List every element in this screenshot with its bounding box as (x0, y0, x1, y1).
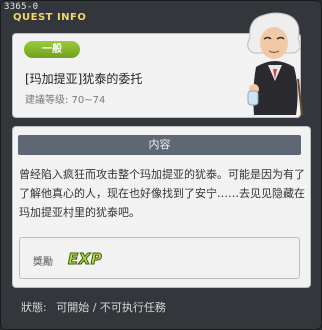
quest-info-window: 3365-0 QUEST INFO 一般 [玛加提亚]犹泰的委托 建議等级: 7… (0, 0, 322, 330)
quest-name: [玛加提亚]犹泰的委托 (25, 72, 143, 86)
exp-icon: EXP (67, 250, 103, 269)
status-bar: 狀態: 可開始 / 不可执行任務 (21, 299, 172, 315)
window-title: QUEST INFO (13, 12, 87, 23)
level-requirement: 建議等级: 70~74 (25, 95, 106, 106)
npc-portrait-icon (247, 12, 303, 116)
quest-description: 曾经陷入疯狂而攻击整个玛加提亚的犹泰。可能是因为有了了解他真心的人，现在也好像找… (19, 168, 305, 219)
reward-box (19, 237, 300, 279)
quest-id: 3365-0 (4, 2, 39, 12)
status-value: 可開始 / 不可执行任務 (56, 301, 166, 314)
content-section-title: 内容 (18, 135, 301, 155)
category-badge: 一般 (24, 41, 80, 58)
reward-label: 獎勵 (33, 257, 53, 268)
status-label: 狀態: (21, 301, 47, 314)
